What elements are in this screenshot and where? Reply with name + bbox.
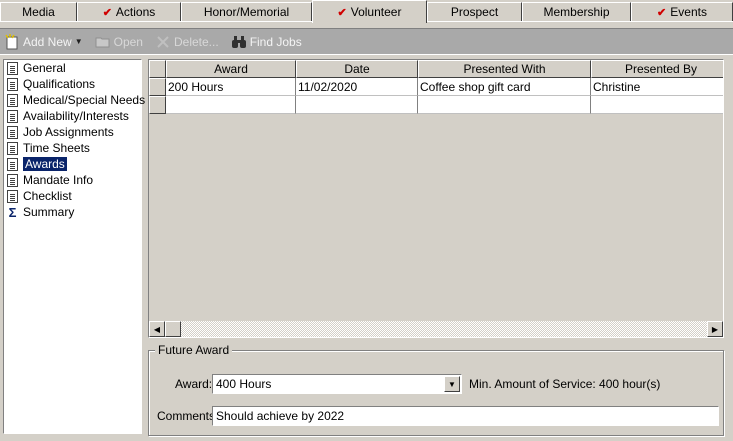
comments-label: Comments: <box>157 409 219 423</box>
nav-item-mandate-info[interactable]: Mandate Info <box>4 172 141 188</box>
open-button[interactable]: Open <box>95 31 143 53</box>
cell-award[interactable] <box>166 96 296 114</box>
check-icon: ✔ <box>657 6 667 19</box>
document-icon <box>7 141 18 155</box>
document-icon <box>7 61 18 75</box>
scroll-right-button[interactable]: ▶ <box>707 321 723 337</box>
comments-field[interactable]: Should achieve by 2022 <box>212 406 719 426</box>
cell-date[interactable]: 11/02/2020 <box>296 78 418 96</box>
add-new-icon <box>4 33 20 50</box>
arrow-right-icon: ▶ <box>711 324 719 334</box>
nav-item-job-assignments[interactable]: Job Assignments <box>4 124 141 140</box>
tab-actions[interactable]: ✔ Actions <box>77 2 181 21</box>
nav-item-label: Job Assignments <box>23 125 114 139</box>
nav-item-general[interactable]: General <box>4 60 141 76</box>
future-award-group: Future Award Award: 400 Hours ▼ Min. Amo… <box>148 343 724 436</box>
nav-item-label: Awards <box>23 157 67 171</box>
table-row-new <box>149 96 723 114</box>
row-selector[interactable] <box>149 78 166 96</box>
document-icon <box>7 189 18 203</box>
grid-header-row: Award Date Presented With Presented By <box>149 60 723 78</box>
chevron-down-icon: ▼ <box>448 379 456 389</box>
delete-button[interactable]: Delete... <box>155 31 219 53</box>
sigma-icon: Σ <box>8 204 17 220</box>
table-row: 200 Hours 11/02/2020 Coffee shop gift ca… <box>149 78 723 96</box>
scroll-thumb[interactable] <box>165 321 181 337</box>
document-icon <box>7 157 18 171</box>
tab-prospect[interactable]: Prospect <box>427 2 522 21</box>
nav-item-label: Qualifications <box>23 77 96 91</box>
tab-honor-memorial[interactable]: Honor/Memorial <box>181 2 312 21</box>
nav-item-label: Availability/Interests <box>23 109 129 123</box>
row-selector[interactable] <box>149 96 166 114</box>
tab-label: Volunteer <box>350 5 402 19</box>
nav-item-label: Mandate Info <box>23 173 94 187</box>
column-header-presented-by[interactable]: Presented By <box>591 60 723 78</box>
nav-item-label: Time Sheets <box>23 141 90 155</box>
add-new-label: Add New <box>23 34 72 49</box>
document-icon <box>7 109 18 123</box>
document-icon <box>7 77 18 91</box>
column-header-award[interactable]: Award <box>166 60 296 78</box>
nav-item-label: Medical/Special Needs <box>23 93 146 107</box>
tab-media[interactable]: Media <box>0 2 77 21</box>
binoculars-icon <box>231 34 247 50</box>
find-jobs-label: Find Jobs <box>249 34 302 49</box>
nav-item-qualifications[interactable]: Qualifications <box>4 76 141 92</box>
document-icon <box>7 173 18 187</box>
cell-date[interactable] <box>296 96 418 114</box>
horizontal-scrollbar[interactable]: ◀ ▶ <box>149 321 723 337</box>
award-label: Award: <box>175 377 213 391</box>
tab-volunteer[interactable]: ✔ Volunteer <box>312 0 427 23</box>
document-icon <box>7 93 18 107</box>
nav-item-label: General <box>23 61 66 75</box>
section-nav-list: General Qualifications Medical/Special N… <box>3 59 145 434</box>
cell-presented-with[interactable] <box>418 96 591 114</box>
cell-presented-by[interactable] <box>591 96 723 114</box>
nav-item-summary[interactable]: Σ Summary <box>4 204 141 220</box>
arrow-left-icon: ◀ <box>153 324 161 334</box>
module-tab-bar: Media ✔ Actions Honor/Memorial ✔ Volunte… <box>0 0 733 23</box>
tab-label: Membership <box>543 5 610 19</box>
column-header-date[interactable]: Date <box>296 60 418 78</box>
nav-item-awards[interactable]: Awards <box>4 156 141 172</box>
min-service-text: Min. Amount of Service: 400 hour(s) <box>469 377 661 391</box>
award-select-value: 400 Hours <box>216 377 272 391</box>
nav-item-label: Summary <box>23 205 75 219</box>
scroll-left-button[interactable]: ◀ <box>149 321 165 337</box>
check-icon: ✔ <box>102 6 112 19</box>
tab-membership[interactable]: Membership <box>522 2 631 21</box>
nav-item-time-sheets[interactable]: Time Sheets <box>4 140 141 156</box>
tab-events[interactable]: ✔ Events <box>631 2 733 21</box>
tab-label: Events <box>670 5 707 19</box>
award-select[interactable]: 400 Hours ▼ <box>212 374 462 394</box>
cell-presented-with[interactable]: Coffee shop gift card <box>418 78 591 96</box>
comments-value: Should achieve by 2022 <box>216 409 345 423</box>
delete-x-icon <box>155 34 171 50</box>
nav-item-checklist[interactable]: Checklist <box>4 188 141 204</box>
toolbar: Add New ▼ Open Delete... Find Jobs <box>0 28 733 55</box>
grid-corner-header[interactable] <box>149 60 166 78</box>
check-icon: ✔ <box>337 6 347 19</box>
delete-label: Delete... <box>173 34 219 49</box>
open-label: Open <box>113 34 143 49</box>
tab-label: Prospect <box>450 5 499 19</box>
group-title: Future Award <box>155 343 233 357</box>
column-header-presented-with[interactable]: Presented With <box>418 60 591 78</box>
cell-award[interactable]: 200 Hours <box>166 78 296 96</box>
add-new-button[interactable]: Add New ▼ <box>4 31 83 53</box>
document-icon <box>7 125 18 139</box>
nav-item-label: Checklist <box>23 189 72 203</box>
tab-label: Actions <box>115 5 156 19</box>
dropdown-arrow-icon[interactable]: ▼ <box>75 37 83 46</box>
cell-presented-by[interactable]: Christine <box>591 78 723 96</box>
nav-item-availability-interests[interactable]: Availability/Interests <box>4 108 141 124</box>
folder-icon <box>95 34 111 50</box>
tab-label: Media <box>22 5 55 19</box>
awards-grid: Award Date Presented With Presented By 2… <box>148 59 724 338</box>
tab-label: Honor/Memorial <box>203 5 290 19</box>
nav-item-medical-special-needs[interactable]: Medical/Special Needs <box>4 92 145 108</box>
find-jobs-button[interactable]: Find Jobs <box>231 31 302 53</box>
award-dropdown-button[interactable]: ▼ <box>444 376 460 392</box>
